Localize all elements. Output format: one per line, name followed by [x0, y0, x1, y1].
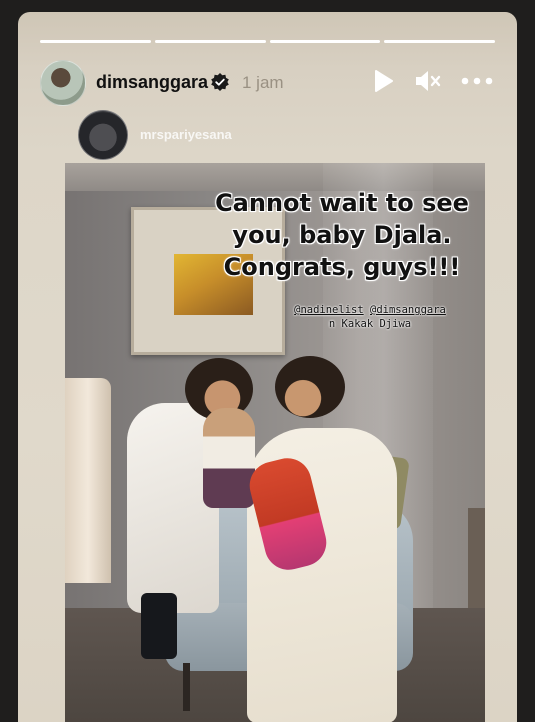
- progress-segment: [40, 40, 151, 43]
- mention-link[interactable]: @nadinelist: [294, 304, 364, 316]
- person-woman-head: [275, 356, 345, 418]
- story-tags: @nadinelist @dimsanggara n Kakak Djiwa: [270, 303, 470, 331]
- progress-segment: [384, 40, 495, 43]
- armchair-leg: [183, 663, 190, 711]
- progress-segment: [154, 40, 266, 43]
- mute-icon[interactable]: [414, 68, 444, 94]
- repost-username[interactable]: mrspariyesana: [140, 127, 232, 142]
- mention-link[interactable]: @dimsanggara: [370, 304, 446, 316]
- verified-badge-icon: [211, 73, 229, 91]
- progress-segment: [269, 40, 381, 43]
- play-icon[interactable]: [372, 68, 396, 94]
- more-icon[interactable]: [460, 68, 494, 94]
- story-caption: Cannot wait to see you, baby Djala. Cong…: [215, 189, 469, 281]
- toddler: [203, 408, 255, 508]
- curtain: [65, 378, 111, 583]
- post-time: 1 jam: [242, 73, 284, 92]
- repost-avatar[interactable]: [78, 110, 128, 160]
- tag-line-suffix: n Kakak Djiwa: [328, 318, 412, 330]
- person-man-leg: [141, 593, 177, 659]
- story-header: dimsanggara 1 jam: [40, 60, 503, 106]
- story-progress-bar: [40, 40, 495, 43]
- tag-line-mentions: @nadinelist @dimsanggara: [270, 303, 470, 317]
- story-photo: Cannot wait to see you, baby Djala. Cong…: [65, 163, 485, 722]
- avatar[interactable]: [40, 60, 86, 106]
- username[interactable]: dimsanggara: [96, 72, 208, 93]
- story-viewer: dimsanggara 1 jam mrspariyesana Cannot w…: [18, 12, 517, 722]
